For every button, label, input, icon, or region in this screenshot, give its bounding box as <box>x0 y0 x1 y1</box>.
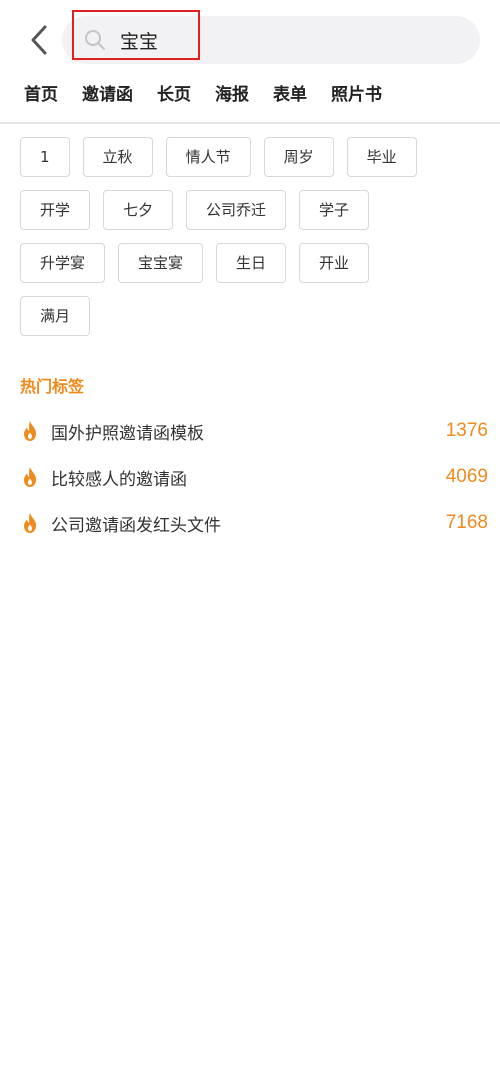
tag-row: 1 立秋 情人节 周岁 毕业 <box>20 137 490 179</box>
tag-item[interactable]: 生日 <box>216 243 287 283</box>
tag-cloud: 1 立秋 情人节 周岁 毕业 开学 七夕 公司乔迁 学子 升学宴 宝宝宴 生日 … <box>20 137 490 349</box>
tab-home[interactable]: 首页 <box>24 80 58 110</box>
tag-item[interactable]: 七夕 <box>103 190 174 230</box>
tab-invitation[interactable]: 邀请函 <box>82 80 133 110</box>
tag-row: 升学宴 宝宝宴 生日 开业 <box>20 243 490 285</box>
hot-tag-label: 比较感人的邀请函 <box>51 469 187 490</box>
divider <box>0 122 500 124</box>
hot-tag-item[interactable]: 比较感人的邀请函 4069 <box>20 454 490 500</box>
fire-icon <box>24 421 36 441</box>
tag-item[interactable]: 开业 <box>299 243 370 283</box>
search-icon <box>85 30 105 50</box>
chevron-left-icon <box>31 25 47 55</box>
hot-tags-title: 热门标签 <box>20 377 85 396</box>
back-button[interactable] <box>22 20 56 60</box>
hot-tag-count: 7168 <box>445 512 488 533</box>
tag-item[interactable]: 宝宝宴 <box>118 243 204 283</box>
tag-item[interactable]: 周岁 <box>263 137 334 177</box>
top-bar <box>0 0 500 80</box>
hot-tags-list: 国外护照邀请函模板 1376 比较感人的邀请函 4069 公司邀请函发红头文件 … <box>20 408 490 546</box>
hot-tag-item[interactable]: 公司邀请函发红头文件 7168 <box>20 500 490 546</box>
hot-tag-count: 4069 <box>445 466 488 487</box>
tab-poster[interactable]: 海报 <box>215 80 249 110</box>
tab-photo-book[interactable]: 照片书 <box>331 80 382 110</box>
tag-item[interactable]: 学子 <box>299 190 370 230</box>
tag-item[interactable]: 1 <box>20 137 70 177</box>
tag-item[interactable]: 满月 <box>20 296 91 336</box>
hot-tag-label: 国外护照邀请函模板 <box>51 423 204 444</box>
search-input[interactable] <box>120 24 460 56</box>
fire-icon <box>24 513 36 533</box>
hot-tag-item[interactable]: 国外护照邀请函模板 1376 <box>20 408 490 454</box>
hot-tag-count: 1376 <box>445 420 488 441</box>
fire-icon <box>24 467 36 487</box>
tab-long-page[interactable]: 长页 <box>157 80 191 110</box>
tag-item[interactable]: 立秋 <box>82 137 153 177</box>
tag-row: 开学 七夕 公司乔迁 学子 <box>20 190 490 232</box>
tag-item[interactable]: 毕业 <box>346 137 417 177</box>
tag-item[interactable]: 公司乔迁 <box>186 190 287 230</box>
category-tabs: 首页 邀请函 长页 海报 表单 照片书 <box>24 80 406 110</box>
tab-form[interactable]: 表单 <box>273 80 307 110</box>
tag-row: 满月 <box>20 296 490 338</box>
tag-item[interactable]: 开学 <box>20 190 91 230</box>
tag-item[interactable]: 情人节 <box>165 137 251 177</box>
hot-tag-label: 公司邀请函发红头文件 <box>51 515 221 536</box>
tag-item[interactable]: 升学宴 <box>20 243 106 283</box>
